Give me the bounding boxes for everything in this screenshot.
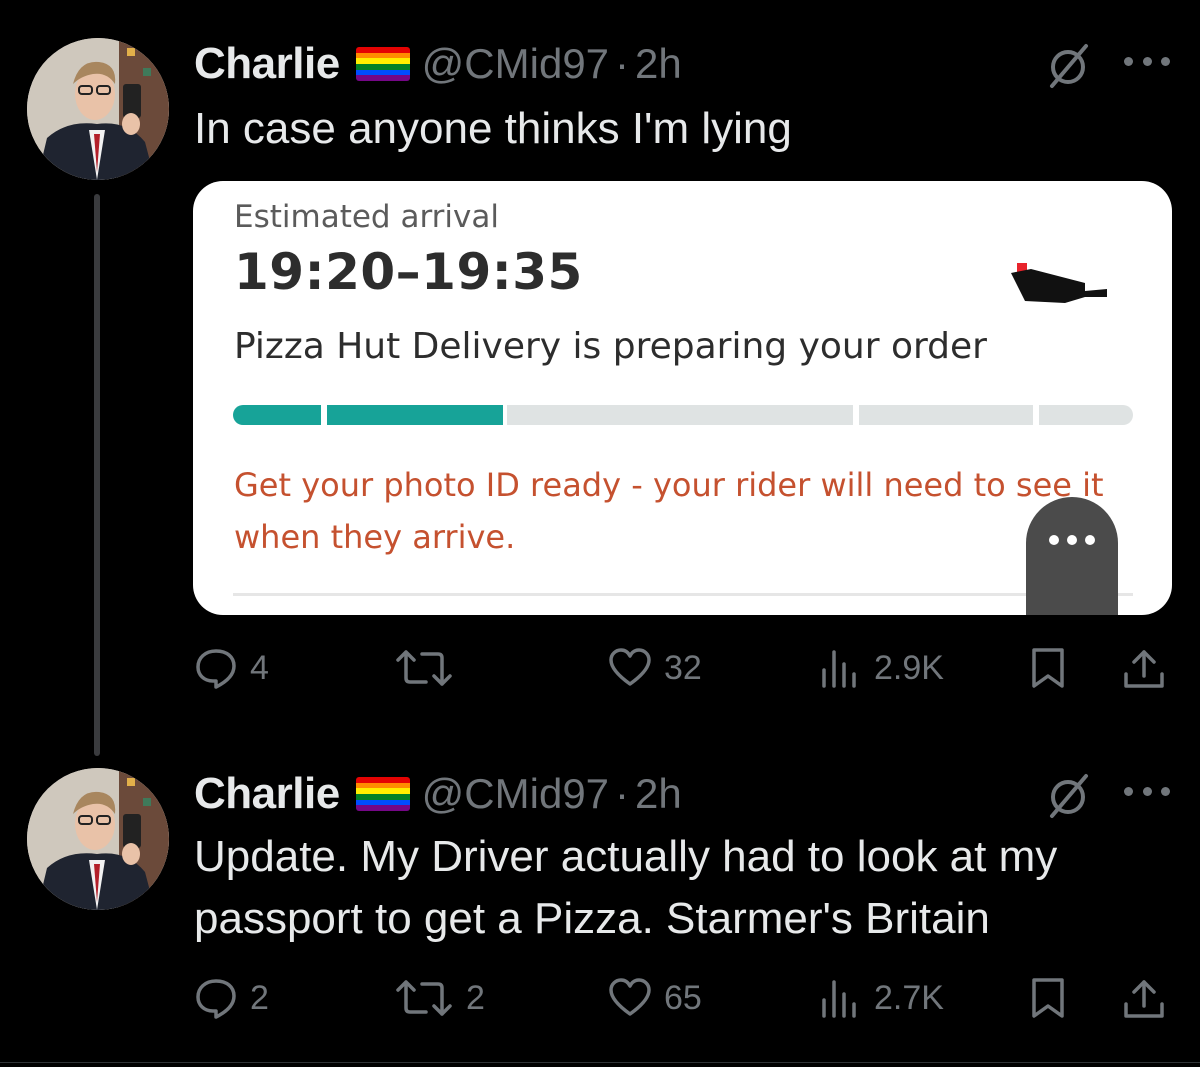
retweet-icon xyxy=(396,650,452,686)
author-name[interactable]: Charlie xyxy=(194,769,340,819)
separator-dot: · xyxy=(615,770,630,817)
overlay-menu-button[interactable] xyxy=(1026,497,1118,615)
attached-screenshot[interactable]: Estimated arrival 19:20–19:35 Pizza Hut … xyxy=(193,181,1172,615)
avatar[interactable] xyxy=(27,768,169,910)
retweet-count: 2 xyxy=(466,978,485,1017)
pride-flag-icon xyxy=(355,47,410,81)
tweet-actions: 2 2 65 2.7K xyxy=(194,970,1174,1026)
tweet-header: Charlie @CMid97 · 2h xyxy=(194,36,682,92)
reply-button[interactable]: 2 xyxy=(194,970,269,1026)
reply-count: 2 xyxy=(250,978,269,1017)
share-icon xyxy=(1124,650,1164,688)
share-button[interactable] xyxy=(1122,640,1166,696)
like-button[interactable]: 32 xyxy=(608,640,702,696)
tweet[interactable]: Charlie @CMid97 · 2h In case anyone thin… xyxy=(0,0,1200,740)
timestamp[interactable]: 2h xyxy=(635,770,682,818)
author-handle[interactable]: @CMid97 xyxy=(422,770,609,818)
like-button[interactable]: 65 xyxy=(608,970,702,1026)
more-options-icon[interactable] xyxy=(1124,46,1170,76)
analytics-icon xyxy=(822,650,856,688)
progress-segment xyxy=(859,405,1033,425)
share-icon xyxy=(1124,980,1164,1018)
progress-segment xyxy=(233,405,321,425)
retweet-button[interactable] xyxy=(394,640,466,696)
bookmark-icon xyxy=(1032,978,1064,1018)
avatar-image xyxy=(27,768,169,910)
tweet-header: Charlie @CMid97 · 2h xyxy=(194,766,682,822)
progress-segment xyxy=(327,405,499,425)
tweet-text: Update. My Driver actually had to look a… xyxy=(194,832,1058,943)
analytics-icon xyxy=(822,980,856,1018)
bottom-divider xyxy=(0,1062,1200,1063)
tweet[interactable]: Charlie @CMid97 · 2h Update. My Driver a… xyxy=(0,740,1200,1067)
reply-button[interactable]: 4 xyxy=(194,640,269,696)
bookmark-icon xyxy=(1032,648,1064,688)
pride-flag-icon xyxy=(355,777,410,811)
grok-icon[interactable] xyxy=(1040,772,1096,820)
delivery-scooter-icon xyxy=(1011,263,1107,303)
retweet-button[interactable]: 2 xyxy=(394,970,485,1026)
reply-icon xyxy=(196,979,236,1019)
bookmark-button[interactable] xyxy=(1026,640,1070,696)
photo-id-notice: Get your photo ID ready - your rider wil… xyxy=(234,466,1104,556)
view-count: 2.9K xyxy=(874,648,944,687)
estimated-arrival-label: Estimated arrival xyxy=(234,199,499,235)
progress-segment xyxy=(507,405,853,425)
more-options-icon[interactable] xyxy=(1124,776,1170,806)
progress-segment xyxy=(1039,405,1133,425)
author-name[interactable]: Charlie xyxy=(194,39,340,89)
reply-icon xyxy=(196,649,236,689)
eta-time: 19:20–19:35 xyxy=(234,243,583,301)
view-count: 2.7K xyxy=(874,978,944,1017)
separator-dot: · xyxy=(615,40,630,87)
timestamp[interactable]: 2h xyxy=(635,40,682,88)
like-count: 65 xyxy=(664,978,702,1017)
order-progress-bar xyxy=(233,405,1133,425)
views-button[interactable]: 2.9K xyxy=(818,640,944,696)
avatar-image xyxy=(27,38,169,180)
author-handle[interactable]: @CMid97 xyxy=(422,40,609,88)
heart-icon xyxy=(609,978,651,1016)
heart-icon xyxy=(609,648,651,686)
order-status-text: Pizza Hut Delivery is preparing your ord… xyxy=(234,326,987,367)
tweet-actions: 4 32 2.9K xyxy=(194,640,1174,696)
like-count: 32 xyxy=(664,648,702,687)
card-divider xyxy=(233,593,1133,596)
avatar[interactable] xyxy=(27,38,169,180)
tweet-thread: Charlie @CMid97 · 2h In case anyone thin… xyxy=(0,0,1200,1067)
retweet-icon xyxy=(396,980,452,1016)
share-button[interactable] xyxy=(1122,970,1166,1026)
bookmark-button[interactable] xyxy=(1026,970,1070,1026)
tweet-text: In case anyone thinks I'm lying xyxy=(194,104,792,153)
grok-icon[interactable] xyxy=(1040,42,1096,90)
views-button[interactable]: 2.7K xyxy=(818,970,944,1026)
reply-count: 4 xyxy=(250,648,269,687)
